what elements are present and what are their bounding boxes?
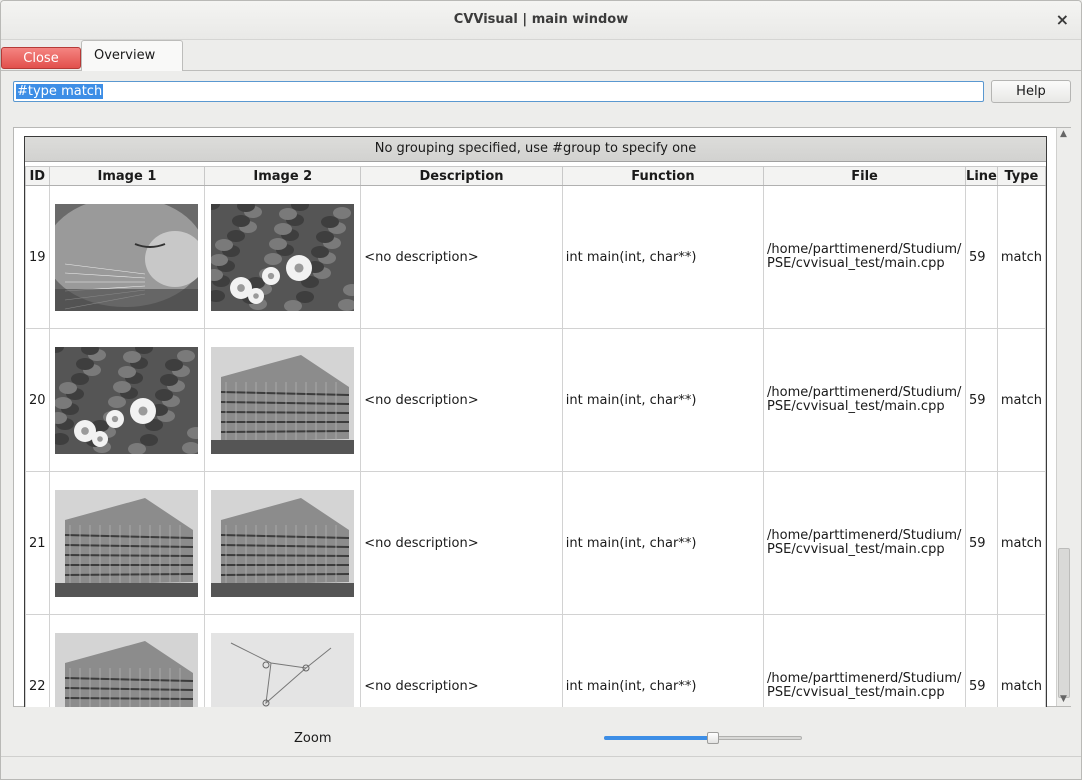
overview-table-grid: ID Image 1 Image 2 Description Function … — [25, 166, 1046, 707]
tab-gap — [82, 70, 182, 71]
file-path-line2: PSE/cvvisual_test/main.cpp — [767, 399, 945, 414]
cell-image1[interactable] — [48, 185, 206, 329]
cell-function: int main(int, char**) — [561, 185, 765, 329]
col-header-file[interactable]: File — [763, 166, 967, 186]
cell-description: <no description> — [360, 328, 563, 472]
file-path-line2: PSE/cvvisual_test/main.cpp — [767, 542, 945, 557]
cell-id: 20 — [25, 328, 50, 472]
building-image — [211, 489, 355, 597]
zoom-slider-handle[interactable] — [706, 732, 719, 744]
tab-overview[interactable]: Overview — [81, 40, 183, 71]
cell-line: 59 — [965, 471, 998, 615]
file-path-line1: /home/parttimenerd/Studium/ — [767, 242, 962, 257]
zoom-label: Zoom — [294, 731, 332, 746]
cell-image1[interactable] — [48, 614, 206, 707]
cell-description: <no description> — [360, 185, 563, 329]
col-header-function[interactable]: Function — [561, 166, 765, 186]
cell-description: <no description> — [360, 471, 563, 615]
table-row[interactable]: 19 <no description> int main(int, char**… — [25, 185, 1046, 329]
scroll-up-icon[interactable]: ▲ — [1060, 129, 1067, 139]
file-path-line2: PSE/cvvisual_test/main.cpp — [767, 256, 945, 271]
title-bar[interactable]: CVVisual | main window × — [1, 1, 1081, 40]
close-button[interactable]: Close — [1, 47, 81, 69]
table-row[interactable]: 22 <no description> int main(int, char**… — [25, 614, 1046, 707]
cell-file: /home/parttimenerd/Studium/PSE/cvvisual_… — [763, 614, 967, 707]
cell-line: 59 — [965, 614, 998, 707]
table-row[interactable]: 21 <no description> int main(int, char**… — [25, 471, 1046, 615]
zoom-slider[interactable] — [604, 732, 802, 744]
building-image — [211, 346, 355, 454]
window-close-icon[interactable]: × — [1056, 10, 1069, 29]
cell-type: match — [996, 185, 1046, 329]
filter-input[interactable]: #type match — [13, 81, 984, 102]
building-image — [55, 632, 199, 707]
cell-type: match — [996, 614, 1046, 707]
col-header-line[interactable]: Line — [965, 166, 998, 186]
col-header-image2[interactable]: Image 2 — [204, 166, 362, 186]
table-header-row: ID Image 1 Image 2 Description Function … — [25, 166, 1046, 186]
cell-image1[interactable] — [48, 328, 206, 472]
status-bar — [1, 756, 1081, 779]
cell-image2[interactable] — [204, 471, 362, 615]
group-header: No grouping specified, use #group to spe… — [25, 137, 1046, 162]
cell-image2[interactable] — [204, 614, 362, 707]
overview-table: No grouping specified, use #group to spe… — [24, 136, 1047, 707]
cell-file: /home/parttimenerd/Studium/PSE/cvvisual_… — [763, 471, 967, 615]
cell-id: 22 — [25, 614, 50, 707]
cell-image2[interactable] — [204, 328, 362, 472]
cell-function: int main(int, char**) — [561, 328, 765, 472]
col-header-image1[interactable]: Image 1 — [48, 166, 206, 186]
cell-id: 21 — [25, 471, 50, 615]
cell-image2[interactable] — [204, 185, 362, 329]
scrollbar-thumb[interactable] — [1058, 548, 1070, 698]
flowers-image — [211, 203, 355, 311]
col-header-description[interactable]: Description — [360, 166, 563, 186]
cell-file: /home/parttimenerd/Studium/PSE/cvvisual_… — [763, 185, 967, 329]
cat-image — [55, 203, 199, 311]
flowers-image — [55, 346, 199, 454]
help-button[interactable]: Help — [991, 80, 1071, 103]
file-path-line2: PSE/cvvisual_test/main.cpp — [767, 685, 945, 700]
cell-description: <no description> — [360, 614, 563, 707]
cell-image1[interactable] — [48, 471, 206, 615]
cell-id: 19 — [25, 185, 50, 329]
col-header-id[interactable]: ID — [25, 166, 50, 186]
file-path-line1: /home/parttimenerd/Studium/ — [767, 528, 962, 543]
building-image — [55, 489, 199, 597]
cell-file: /home/parttimenerd/Studium/PSE/cvvisual_… — [763, 328, 967, 472]
file-path-line1: /home/parttimenerd/Studium/ — [767, 385, 962, 400]
cell-type: match — [996, 471, 1046, 615]
cell-function: int main(int, char**) — [561, 614, 765, 707]
cell-line: 59 — [965, 185, 998, 329]
scroll-down-icon[interactable]: ▼ — [1060, 694, 1067, 704]
cell-type: match — [996, 328, 1046, 472]
filter-input-text: #type match — [16, 84, 104, 99]
table-row[interactable]: 20 <no description> int main(int, char**… — [25, 328, 1046, 472]
window-title: CVVisual | main window — [453, 12, 629, 27]
file-path-line1: /home/parttimenerd/Studium/ — [767, 671, 962, 686]
zoom-slider-fill — [604, 736, 713, 740]
cell-function: int main(int, char**) — [561, 471, 765, 615]
main-window: CVVisual | main window × Close Overview … — [0, 0, 1082, 780]
vertical-scrollbar[interactable]: ▲ ▼ — [1056, 128, 1071, 706]
cell-line: 59 — [965, 328, 998, 472]
col-header-type[interactable]: Type — [996, 166, 1046, 186]
sketch-image — [211, 632, 355, 707]
